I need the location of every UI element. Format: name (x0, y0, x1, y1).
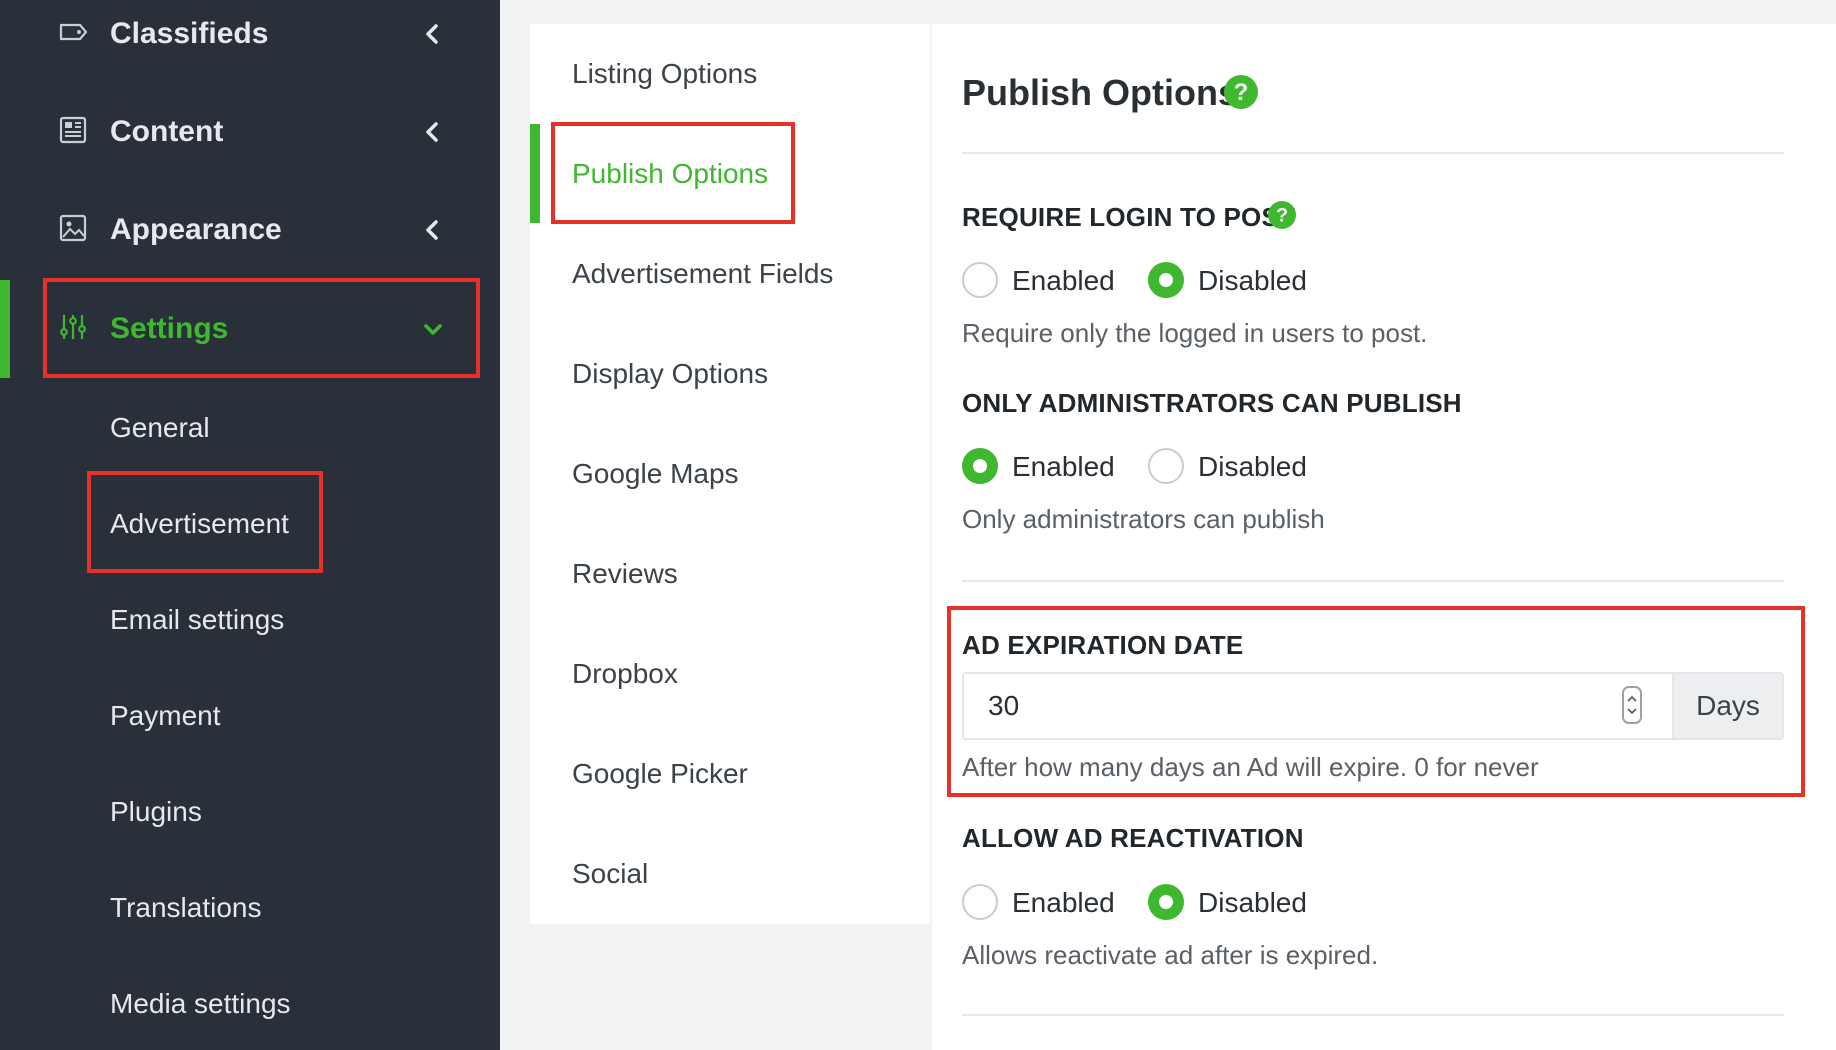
reactivation-disabled-radio[interactable] (1148, 884, 1184, 920)
admin-publish-disabled-radio[interactable] (1148, 448, 1184, 484)
reactivation-disabled-label[interactable]: Disabled (1198, 887, 1307, 919)
divider (962, 1014, 1784, 1016)
main-panel: Publish Options ? REQUIRE LOGIN TO POST … (932, 24, 1836, 1050)
sidebar-subitem-media-settings[interactable]: Media settings (110, 974, 291, 1034)
require-login-help: Require only the logged in users to post… (962, 318, 1428, 348)
tab-publish-options[interactable]: Publish Options (572, 144, 768, 204)
admin-publish-title: ONLY ADMINISTRATORS CAN PUBLISH (962, 388, 1462, 418)
sidebar-subitem-translations[interactable]: Translations (110, 878, 261, 938)
require-login-disabled-label[interactable]: Disabled (1198, 265, 1307, 297)
sliders-icon (60, 315, 86, 339)
sidebar-item-label: Appearance (110, 213, 282, 246)
sidebar-item-label: Content (110, 115, 224, 148)
sidebar-item-appearance[interactable]: Appearance (0, 181, 500, 279)
expiration-days-input[interactable]: 30 (962, 672, 1672, 740)
spinner-icon[interactable] (1622, 686, 1642, 724)
sidebar-item-label: Settings (110, 312, 229, 345)
tab-google-maps[interactable]: Google Maps (572, 444, 739, 504)
reactivation-title: ALLOW AD REACTIVATION (962, 823, 1304, 853)
reactivation-enabled-label[interactable]: Enabled (1012, 887, 1115, 919)
page-title: Publish Options (962, 72, 1238, 113)
newspaper-icon (59, 116, 87, 144)
help-icon[interactable]: ? (1268, 201, 1296, 229)
reactivation-help: Allows reactivate ad after is expired. (962, 940, 1379, 970)
sidebar: Classifieds Content Appearance Settings … (0, 0, 500, 1050)
admin-publish-enabled-label[interactable]: Enabled (1012, 451, 1115, 483)
divider (962, 580, 1784, 582)
tab-advertisement-fields[interactable]: Advertisement Fields (572, 244, 833, 304)
admin-publish-help: Only administrators can publish (962, 504, 1325, 534)
settings-subnav: Listing Options Publish Options Advertis… (530, 24, 930, 924)
tag-icon (59, 23, 88, 41)
admin-publish-enabled-radio[interactable] (962, 448, 998, 484)
image-icon (59, 214, 87, 242)
expiration-help: After how many days an Ad will expire. 0… (962, 752, 1539, 782)
sidebar-subitem-advertisement[interactable]: Advertisement (110, 494, 289, 554)
require-login-title: REQUIRE LOGIN TO POST (962, 202, 1296, 232)
tab-reviews[interactable]: Reviews (572, 544, 678, 604)
active-tab-indicator (530, 124, 540, 223)
tab-social[interactable]: Social (572, 844, 648, 904)
sidebar-item-classifieds[interactable]: Classifieds (0, 0, 500, 83)
chevron-down-icon (424, 324, 442, 335)
sidebar-item-content[interactable]: Content (0, 83, 500, 181)
tab-dropbox[interactable]: Dropbox (572, 644, 678, 704)
tab-listing-options[interactable]: Listing Options (572, 44, 757, 104)
chevron-left-icon (426, 220, 438, 240)
sidebar-item-settings[interactable]: Settings (0, 280, 500, 378)
chevron-left-icon (426, 122, 438, 142)
svg-text:?: ? (1234, 79, 1249, 106)
help-icon[interactable]: ? (1224, 75, 1258, 109)
svg-text:?: ? (1276, 205, 1288, 227)
require-login-enabled-label[interactable]: Enabled (1012, 265, 1115, 297)
chevron-left-icon (426, 24, 438, 44)
tab-display-options[interactable]: Display Options (572, 344, 768, 404)
sidebar-subitem-payment[interactable]: Payment (110, 686, 221, 746)
sidebar-item-label: Classifieds (110, 17, 269, 50)
expiration-days-value[interactable]: 30 (988, 674, 1019, 738)
require-login-enabled-radio[interactable] (962, 262, 998, 298)
admin-publish-disabled-label[interactable]: Disabled (1198, 451, 1307, 483)
sidebar-subitem-general[interactable]: General (110, 398, 210, 458)
divider (962, 152, 1784, 154)
sidebar-subitem-plugins[interactable]: Plugins (110, 782, 202, 842)
expiration-title: AD EXPIRATION DATE (962, 630, 1244, 660)
tab-google-picker[interactable]: Google Picker (572, 744, 748, 804)
sidebar-subitem-email-settings[interactable]: Email settings (110, 590, 284, 650)
require-login-disabled-radio[interactable] (1148, 262, 1184, 298)
reactivation-enabled-radio[interactable] (962, 884, 998, 920)
days-addon: Days (1672, 672, 1784, 740)
